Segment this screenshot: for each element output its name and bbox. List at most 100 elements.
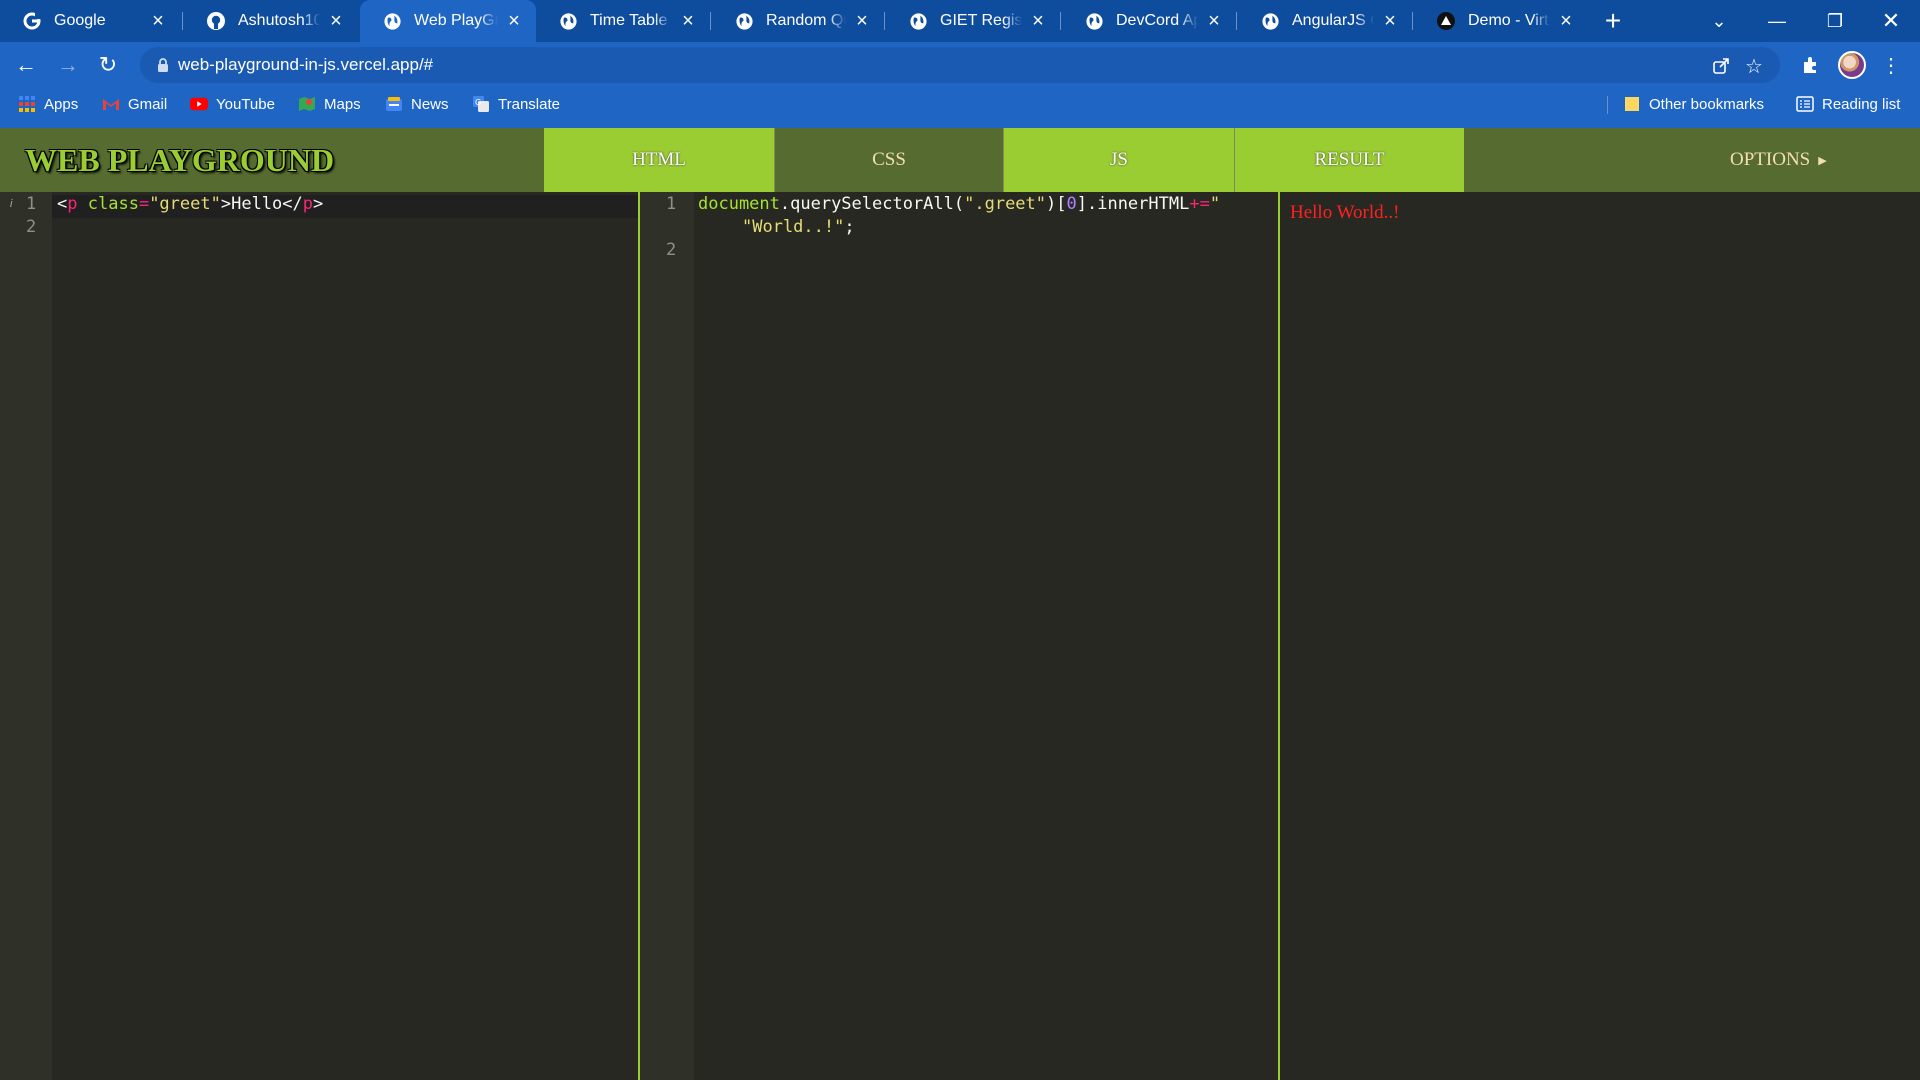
info-icon: i: [10, 198, 13, 210]
browser-tab-google[interactable]: Google ×: [0, 0, 180, 42]
browser-tab-time-table[interactable]: Time Table ×: [536, 0, 710, 42]
bookmark-translate[interactable]: G Translate: [472, 88, 560, 120]
news-icon: [385, 95, 403, 113]
github-icon: [206, 11, 226, 31]
bookmark-label: Apps: [44, 95, 79, 113]
close-icon: ✕: [1881, 8, 1901, 33]
google-icon: [22, 11, 42, 31]
bookmark-youtube[interactable]: YouTube: [190, 88, 275, 120]
browser-tab-devcord[interactable]: DevCord App ×: [1062, 0, 1236, 42]
js-editor-gutter: [640, 192, 694, 1080]
new-tab-button[interactable]: +: [1598, 5, 1628, 36]
browser-tab-strip: Google × Ashutosh102/ × Web PlayGround ×…: [0, 0, 1920, 42]
browser-tab-giet-registration[interactable]: GIET Registration ×: [886, 0, 1060, 42]
svg-text:G: G: [475, 98, 481, 107]
result-frame: Hello World..!: [1280, 192, 1920, 1080]
arrow-right-icon: →: [57, 52, 79, 77]
close-icon[interactable]: ×: [1204, 10, 1224, 32]
chevron-down-icon: ⌄: [1711, 10, 1727, 31]
more-menu-icon[interactable]: ⋮: [1880, 54, 1902, 77]
address-bar[interactable]: web-playground-in-js.vercel.app/# ☆: [140, 47, 1780, 83]
html-editor-gutter: [0, 192, 52, 1080]
browser-tab-random-quote[interactable]: Random Quote ×: [712, 0, 884, 42]
options-label: OPTIONS: [1730, 149, 1811, 170]
line-number: 2: [26, 217, 37, 237]
apps-grid-icon: [18, 95, 36, 113]
bookmark-star-icon[interactable]: ☆: [1743, 55, 1765, 78]
close-icon[interactable]: ×: [1028, 10, 1048, 32]
profile-avatar[interactable]: [1838, 51, 1866, 79]
restore-button[interactable]: ❐: [1806, 0, 1864, 42]
tab-search-button[interactable]: ⌄: [1690, 0, 1748, 42]
restore-icon: ❐: [1826, 10, 1844, 31]
forward-button[interactable]: →: [52, 49, 84, 81]
browser-tab-title: Random Quote: [766, 12, 846, 29]
globe-icon: [908, 11, 928, 31]
back-button[interactable]: ←: [10, 49, 42, 81]
browser-tab-github[interactable]: Ashutosh102/ ×: [184, 0, 358, 42]
js-editor[interactable]: 1 2 document.querySelectorAll(".greet")[…: [640, 192, 1278, 1080]
close-icon[interactable]: ×: [852, 10, 872, 32]
globe-icon: [382, 11, 402, 31]
browser-tab-title: Time Table: [590, 12, 668, 29]
tab-js[interactable]: JS: [1004, 128, 1234, 192]
close-icon[interactable]: ×: [148, 10, 168, 32]
bookmark-gmail[interactable]: Gmail: [102, 88, 167, 120]
bookmark-label: News: [411, 95, 449, 113]
reading-list[interactable]: Reading list: [1796, 88, 1900, 120]
bookmark-maps[interactable]: Maps: [298, 88, 361, 120]
globe-icon: [1260, 11, 1280, 31]
options-menu[interactable]: OPTIONS ▶: [1730, 128, 1827, 192]
line-number: 1: [666, 194, 677, 214]
browser-tab-title: AngularJS CRUD: [1292, 12, 1374, 29]
browser-tab-demo-virtual[interactable]: Demo - Virtual ×: [1414, 0, 1588, 42]
browser-tab-angularjs-crud[interactable]: AngularJS CRUD ×: [1238, 0, 1412, 42]
js-code-line-wrap[interactable]: "World..!";: [742, 217, 855, 237]
reading-list-label: Reading list: [1822, 95, 1901, 113]
other-bookmarks-label: Other bookmarks: [1649, 95, 1765, 113]
close-icon[interactable]: ×: [1380, 10, 1400, 32]
bookmark-label: Maps: [324, 95, 361, 113]
browser-tab-title: DevCord App: [1116, 12, 1198, 29]
close-icon[interactable]: ×: [326, 10, 346, 32]
share-icon[interactable]: [1710, 55, 1732, 77]
bookmark-apps[interactable]: Apps: [18, 88, 78, 120]
tab-html[interactable]: HTML: [544, 128, 774, 192]
folder-icon: [1623, 95, 1641, 113]
minimize-icon: —: [1768, 10, 1786, 31]
close-icon[interactable]: ×: [504, 10, 524, 32]
minimize-button[interactable]: —: [1748, 0, 1806, 42]
brand-logo[interactable]: WEB PLAYGROUND: [25, 128, 334, 192]
html-code-line[interactable]: <p class="greet">Hello</p>: [57, 194, 323, 214]
browser-tab-title: Demo - Virtual: [1468, 12, 1550, 29]
tab-result[interactable]: RESULT: [1234, 128, 1464, 192]
maps-icon: [298, 95, 316, 113]
line-number: 1: [26, 194, 37, 214]
app-navbar: WEB PLAYGROUND HTML CSS JS RESULT OPTION…: [0, 128, 1920, 192]
close-icon[interactable]: ×: [1556, 10, 1576, 32]
reload-button[interactable]: ↻: [92, 49, 124, 81]
browser-tab-title: Google: [54, 12, 106, 29]
other-bookmarks[interactable]: Other bookmarks: [1623, 88, 1764, 120]
tab-css[interactable]: CSS: [774, 128, 1004, 192]
browser-tab-title: GIET Registration: [940, 12, 1022, 29]
close-icon[interactable]: ×: [678, 10, 698, 32]
browser-toolbar: ← → ↻ web-playground-in-js.vercel.app/# …: [0, 42, 1920, 88]
js-code-line[interactable]: document.querySelectorAll(".greet")[0].i…: [698, 194, 1220, 214]
globe-icon: [734, 11, 754, 31]
globe-icon: [558, 11, 578, 31]
vercel-icon: [1436, 11, 1456, 31]
reload-icon: ↻: [98, 52, 118, 77]
bookmark-news[interactable]: News: [385, 88, 449, 120]
globe-icon: [1084, 11, 1104, 31]
youtube-icon: [190, 95, 208, 113]
extensions-icon[interactable]: [1800, 54, 1822, 76]
html-editor[interactable]: i 1 2 <p class="greet">Hello</p>: [0, 192, 638, 1080]
caret-right-icon: ▶: [1818, 154, 1827, 167]
bookmarks-bar: Apps Gmail YouTube Maps News G Translate: [0, 88, 1920, 128]
browser-tab-web-playground[interactable]: Web PlayGround ×: [360, 0, 536, 42]
browser-tab-title: Ashutosh102/: [238, 12, 320, 29]
reading-list-icon: [1796, 95, 1814, 113]
bookmark-label: Translate: [498, 95, 560, 113]
close-window-button[interactable]: ✕: [1862, 0, 1920, 42]
